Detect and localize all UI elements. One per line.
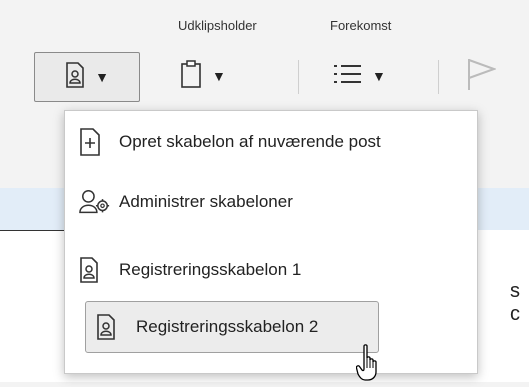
menu-item-label: Opret skabelon af nuværende post <box>119 132 381 151</box>
clipboard-button[interactable]: ▼ <box>180 52 226 100</box>
chevron-down-icon: ▼ <box>372 68 386 84</box>
menu-item-label: Administrer skabeloner <box>119 192 293 211</box>
list-icon <box>334 63 362 90</box>
background-text: s c <box>510 280 520 325</box>
menu-item-template-1[interactable]: Registreringsskabelon 1 <box>65 241 477 299</box>
template-button[interactable]: ▼ <box>34 52 140 102</box>
new-document-plus-icon <box>79 126 111 158</box>
document-person-icon <box>79 254 111 286</box>
menu-item-create-template[interactable]: Opret skabelon af nuværende post <box>65 113 477 171</box>
document-person-icon <box>65 61 85 93</box>
list-button[interactable]: ▼ <box>334 52 386 100</box>
menu-item-manage-templates[interactable]: Administrer skabeloner <box>65 173 477 231</box>
user-settings-icon <box>79 186 111 218</box>
chevron-down-icon: ▼ <box>212 68 226 84</box>
menu-item-label: Registreringsskabelon 2 <box>136 317 319 336</box>
chevron-down-icon: ▼ <box>95 69 109 85</box>
group-label-occurrence: Forekomst <box>330 18 392 33</box>
clipboard-icon <box>180 59 202 93</box>
separator <box>438 60 439 94</box>
group-label-clipboard: Udklipsholder <box>178 18 257 33</box>
template-dropdown-menu: Opret skabelon af nuværende post Adminis… <box>64 110 478 374</box>
document-person-icon <box>96 311 128 343</box>
hand-pointer-icon <box>355 344 382 387</box>
separator <box>298 60 299 94</box>
menu-item-template-2[interactable]: Registreringsskabelon 2 <box>85 301 379 353</box>
flag-icon <box>466 57 497 96</box>
flag-button[interactable] <box>466 52 497 100</box>
menu-item-label: Registreringsskabelon 1 <box>119 260 302 279</box>
